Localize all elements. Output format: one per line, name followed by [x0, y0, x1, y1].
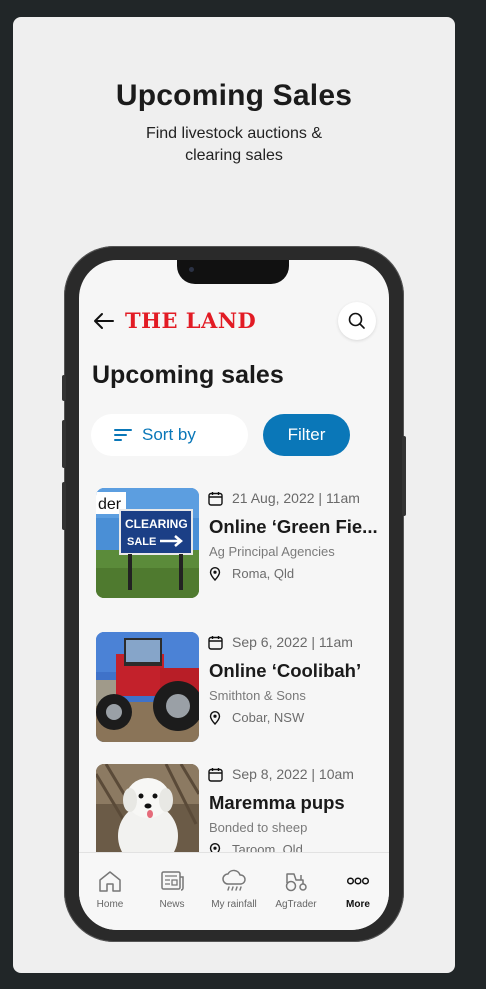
sale-list-item[interactable]: Sep 6, 2022 | 11am Online ‘Coolibah’ Smi… [79, 632, 389, 744]
hero-subtitle-line-2: clearing sales [185, 147, 283, 164]
sort-by-label: Sort by [142, 425, 196, 444]
sort-icon [114, 429, 132, 441]
phone-volume-down [62, 482, 66, 530]
hero-subtitle-line-1: Find livestock auctions & [145, 125, 323, 142]
sale-title[interactable]: Online ‘Green Fie... [209, 516, 385, 538]
camera-dot [189, 267, 194, 272]
phone-screen: THE LAND Upcoming sales Sort by Filter d… [79, 260, 389, 930]
location-pin-icon [209, 567, 221, 581]
sale-title[interactable]: Maremma pups [209, 792, 385, 814]
nav-item-more[interactable]: More [327, 853, 389, 923]
calendar-icon [208, 636, 223, 650]
sale-date: Sep 6, 2022 | 11am [232, 634, 353, 650]
hero-subtitle: Find livestock auctions & clearing sales [13, 123, 455, 167]
sort-by-button[interactable]: Sort by [91, 414, 248, 456]
clearing-sale-sign-image: der CLEARING SALE [96, 488, 199, 598]
more-icon [346, 877, 370, 885]
phone-side-button [62, 375, 66, 401]
calendar-icon [208, 492, 223, 506]
sale-agent: Bonded to sheep [209, 820, 308, 835]
nav-item-agtrader[interactable]: AgTrader [265, 853, 327, 923]
phone-notch [177, 260, 289, 284]
sale-date: Sep 8, 2022 | 10am [232, 766, 354, 782]
sale-agent: Ag Principal Agencies [209, 544, 335, 559]
search-button[interactable] [338, 302, 376, 340]
search-icon [348, 312, 365, 329]
phone-volume-up [62, 420, 66, 468]
sign-line-1: CLEARING [125, 517, 188, 531]
red-tractor-image [96, 632, 199, 742]
rain-cloud-icon [222, 869, 246, 891]
hero-title: Upcoming Sales [115, 79, 353, 112]
sale-date: 21 Aug, 2022 | 11am [232, 490, 360, 506]
filter-button[interactable]: Filter [263, 414, 350, 456]
location-pin-icon [209, 711, 221, 725]
sale-agent: Smithton & Sons [209, 688, 306, 703]
the-land-logo[interactable]: THE LAND [125, 308, 256, 333]
nav-label: More [346, 899, 370, 910]
nav-item-news[interactable]: News [141, 853, 203, 923]
bottom-nav: Home News My rainfall AgTrader More [79, 852, 389, 930]
phone-power-button [402, 436, 406, 516]
sign-prefix-text: der [98, 496, 122, 513]
nav-item-home[interactable]: Home [79, 853, 141, 923]
calendar-icon [208, 768, 223, 782]
page-title: Upcoming sales [92, 361, 284, 389]
sale-location: Roma, Qld [232, 566, 295, 581]
sale-title[interactable]: Online ‘Coolibah’ [209, 660, 385, 682]
nav-item-my-rainfall[interactable]: My rainfall [203, 853, 265, 923]
sale-location: Cobar, NSW [232, 710, 305, 725]
news-icon [161, 871, 184, 891]
home-icon [99, 871, 121, 892]
back-arrow-icon[interactable] [93, 312, 115, 330]
sign-line-2: SALE [127, 536, 156, 548]
filter-label: Filter [287, 425, 326, 444]
sale-list-item[interactable]: der CLEARING SALE 21 Aug, 2022 | 11am On… [79, 488, 389, 600]
tractor-icon [285, 873, 307, 892]
